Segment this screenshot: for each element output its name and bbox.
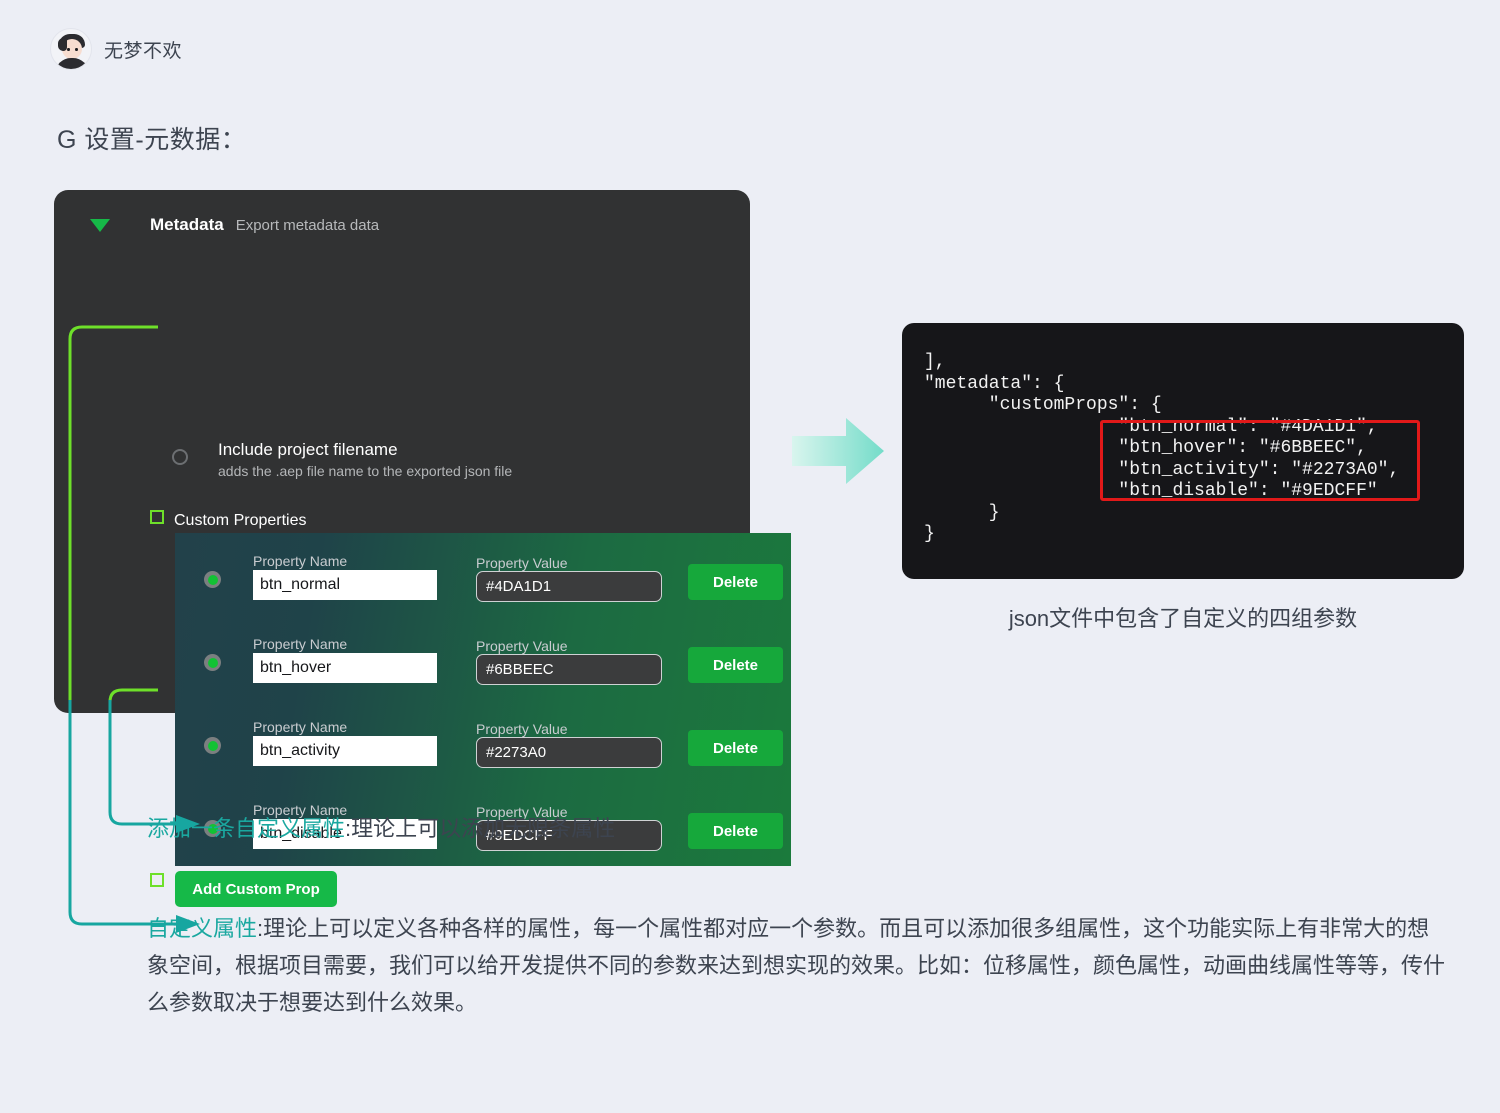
add-custom-prop-button[interactable]: Add Custom Prop: [175, 871, 337, 907]
property-enabled-dot-icon: [207, 657, 218, 668]
property-value-label: Property Value: [476, 721, 568, 737]
property-enabled-dot-icon: [207, 740, 218, 751]
json-code-panel: ], "metadata": { "customProps": { "btn_n…: [902, 323, 1464, 579]
include-project-filename-option[interactable]: Include project filename adds the .aep f…: [172, 440, 512, 479]
property-enabled-toggle[interactable]: [204, 654, 221, 671]
connector-marker-custom-properties: [150, 510, 164, 524]
arrow-right-icon: [792, 418, 884, 484]
property-value-label: Property Value: [476, 555, 568, 571]
property-name-label: Property Name: [253, 553, 348, 569]
delete-property-button[interactable]: Delete: [688, 730, 783, 766]
property-row: Property Name Property Value Delete: [175, 533, 791, 616]
delete-property-button[interactable]: Delete: [688, 813, 783, 849]
annotation-1-highlight: 添加一条自定义属性: [147, 816, 346, 841]
property-value-input[interactable]: [476, 737, 662, 768]
avatar-body: [55, 58, 89, 69]
property-name-input[interactable]: [253, 736, 437, 766]
metadata-subtitle: Export metadata data: [235, 216, 380, 234]
metadata-panel-header: Metadata Export metadata data: [90, 215, 379, 235]
property-name-input[interactable]: [253, 653, 437, 683]
avatar-eye-left: [67, 48, 70, 51]
property-enabled-toggle[interactable]: [204, 571, 221, 588]
property-value-label: Property Value: [476, 638, 568, 654]
annotation-custom-properties: 自定义属性:理论上可以定义各种各样的属性，每一个属性都对应一个参数。而且可以添加…: [147, 910, 1447, 1021]
property-value-input[interactable]: [476, 654, 662, 685]
custom-properties-label: Custom Properties: [174, 512, 307, 529]
code-panel-caption: json文件中包含了自定义的四组参数: [1008, 606, 1358, 631]
avatar: [50, 28, 92, 70]
property-value-input[interactable]: [476, 571, 662, 602]
property-name-label: Property Name: [253, 636, 348, 652]
include-project-filename-label: Include project filename: [218, 440, 398, 459]
caret-down-icon[interactable]: [90, 218, 110, 232]
property-row: Property Name Property Value Delete: [175, 699, 791, 782]
annotation-2-highlight: 自定义属性: [147, 916, 258, 941]
delete-property-button[interactable]: Delete: [688, 564, 783, 600]
property-enabled-dot-icon: [207, 574, 218, 585]
code-highlight-box: [1100, 420, 1420, 501]
avatar-eye-right: [75, 48, 78, 51]
metadata-panel: Metadata Export metadata data Include pr…: [54, 190, 791, 907]
connector-teal-add: [108, 700, 176, 826]
delete-property-button[interactable]: Delete: [688, 647, 783, 683]
property-name-label: Property Name: [253, 719, 348, 735]
property-row: Property Name Property Value Delete: [175, 616, 791, 699]
radio-unchecked-icon[interactable]: [172, 449, 188, 465]
annotation-add-custom-prop: 添加一条自定义属性:理论上可以添加无限条属性: [147, 810, 615, 847]
section-title: G 设置-元数据：: [57, 126, 247, 154]
connector-marker-add-button: [150, 873, 164, 887]
include-project-filename-description: adds the .aep file name to the exported …: [218, 463, 513, 479]
metadata-title: Metadata: [150, 215, 224, 234]
property-enabled-toggle[interactable]: [204, 737, 221, 754]
property-name-input[interactable]: [253, 570, 437, 600]
avatar-hair-side: [58, 38, 67, 51]
header: 无梦不欢: [50, 28, 182, 70]
annotation-2-rest: :理论上可以定义各种各样的属性，每一个属性都对应一个参数。而且可以添加很多组属性…: [147, 916, 1446, 1015]
annotation-1-rest: :理论上可以添加无限条属性: [345, 816, 616, 841]
username: 无梦不欢: [104, 40, 183, 62]
